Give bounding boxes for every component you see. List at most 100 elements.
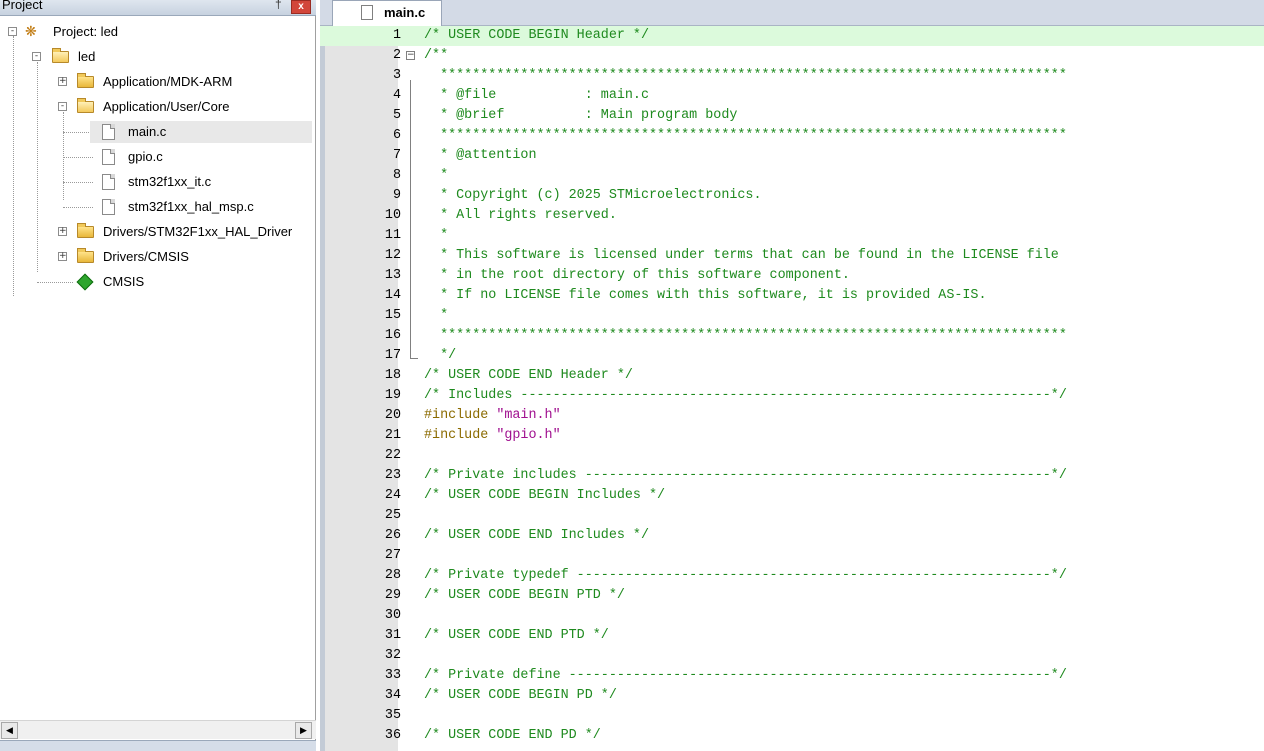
- fold-range-end: [410, 358, 418, 359]
- code-line[interactable]: 20 #include "main.h": [320, 406, 1264, 426]
- collapse-icon[interactable]: -: [58, 102, 67, 111]
- code-line[interactable]: 7 * @attention: [320, 146, 1264, 166]
- line-number: 27: [384, 548, 401, 563]
- code-line[interactable]: 4 * @file : main.c: [320, 86, 1264, 106]
- horizontal-scrollbar[interactable]: ◀ ▶: [0, 720, 316, 739]
- code-editor: main.c 1/* USER CODE BEGIN Header */2−/*…: [320, 0, 1264, 751]
- code-line[interactable]: 2−/**: [320, 46, 1264, 66]
- tree-item-label: Drivers/CMSIS: [103, 249, 189, 264]
- tree-item-group-drivers-cmsis[interactable]: + Drivers/CMSIS: [0, 246, 316, 268]
- collapse-icon[interactable]: -: [32, 52, 41, 61]
- code-line[interactable]: 9 * Copyright (c) 2025 STMicroelectronic…: [320, 186, 1264, 206]
- code-line[interactable]: 25: [320, 506, 1264, 526]
- code-line[interactable]: 8 *: [320, 166, 1264, 186]
- scroll-track[interactable]: [19, 723, 294, 738]
- tree-item-label: Project: led: [53, 24, 119, 39]
- project-panel-header: Project † x: [0, 0, 316, 16]
- tree-item-label: Drivers/STM32F1xx_HAL_Driver: [103, 224, 293, 239]
- code-line[interactable]: 32: [320, 646, 1264, 666]
- code-line[interactable]: 28 /* Private typedef -------------------…: [320, 566, 1264, 586]
- code-line[interactable]: 27: [320, 546, 1264, 566]
- code-line[interactable]: 10 * All rights reserved.: [320, 206, 1264, 226]
- code-line[interactable]: 5 * @brief : Main program body: [320, 106, 1264, 126]
- code-line[interactable]: 30: [320, 606, 1264, 626]
- line-number: 29: [384, 588, 401, 603]
- line-number: 26: [384, 528, 401, 543]
- code-line[interactable]: 3 **************************************…: [320, 66, 1264, 86]
- code-line[interactable]: 14 * If no LICENSE file comes with this …: [320, 286, 1264, 306]
- code-line[interactable]: 23 /* Private includes ------------------…: [320, 466, 1264, 486]
- line-number: 13: [384, 268, 401, 283]
- string-literal: "gpio.h": [496, 428, 561, 443]
- tree-item-file-gpio-c[interactable]: gpio.c: [0, 146, 316, 168]
- code-text: */: [424, 348, 457, 363]
- line-number: 15: [384, 308, 401, 323]
- code-line[interactable]: 16 *************************************…: [320, 326, 1264, 346]
- string-literal: "main.h": [496, 408, 561, 423]
- tree-item-label: Application/MDK-ARM: [103, 74, 233, 89]
- code-text: /* USER CODE BEGIN PTD */: [424, 588, 625, 603]
- tree-item-group-hal-driver[interactable]: + Drivers/STM32F1xx_HAL_Driver: [0, 221, 316, 243]
- tree-item-file-main-c[interactable]: main.c: [0, 121, 316, 143]
- selection-highlight: [90, 121, 312, 143]
- tree-item-group-user-core[interactable]: - Application/User/Core: [0, 96, 316, 118]
- tree-item-component-cmsis[interactable]: CMSIS: [0, 271, 316, 293]
- code-line[interactable]: 34 /* USER CODE BEGIN PD */: [320, 686, 1264, 706]
- fold-toggle-icon[interactable]: −: [406, 51, 415, 60]
- code-line[interactable]: 18 /* USER CODE END Header */: [320, 366, 1264, 386]
- tree-item-file-stm32f1xx-it-c[interactable]: stm32f1xx_it.c: [0, 171, 316, 193]
- code-text: * This software is licensed under terms …: [424, 248, 1059, 263]
- pin-icon[interactable]: †: [275, 0, 282, 11]
- tree-item-label: CMSIS: [103, 274, 145, 289]
- code-line[interactable]: 31 /* USER CODE END PTD */: [320, 626, 1264, 646]
- file-icon: [361, 5, 373, 20]
- line-number: 6: [392, 128, 401, 143]
- tab-main-c[interactable]: main.c: [332, 0, 442, 26]
- folder-open-icon: [77, 98, 94, 113]
- line-number: 20: [384, 408, 401, 423]
- line-number: 34: [384, 688, 401, 703]
- code-text: /* USER CODE END Includes */: [424, 528, 649, 543]
- code-text: /* Private typedef ---------------------…: [424, 568, 1067, 583]
- preprocessor-directive: #include: [424, 408, 497, 423]
- code-line[interactable]: 15 *: [320, 306, 1264, 326]
- code-text: /* USER CODE END PTD */: [424, 628, 609, 643]
- code-area[interactable]: 1/* USER CODE BEGIN Header */2−/** 3 ****…: [320, 26, 1264, 751]
- expand-icon[interactable]: +: [58, 227, 67, 236]
- scroll-left-icon[interactable]: ◀: [1, 722, 18, 739]
- line-number: 22: [384, 448, 401, 463]
- tree-item-file-stm32f1xx-hal-msp-c[interactable]: stm32f1xx_hal_msp.c: [0, 196, 316, 218]
- code-line[interactable]: 26 /* USER CODE END Includes */: [320, 526, 1264, 546]
- code-line[interactable]: 36 /* USER CODE END PD */: [320, 726, 1264, 746]
- code-line[interactable]: 6 **************************************…: [320, 126, 1264, 146]
- line-number: 8: [392, 168, 401, 183]
- expand-icon[interactable]: +: [58, 77, 67, 86]
- code-line[interactable]: 11 *: [320, 226, 1264, 246]
- code-line[interactable]: 19 /* Includes --------------------------…: [320, 386, 1264, 406]
- code-line[interactable]: 1 /* USER CODE BEGIN Header */: [320, 26, 1264, 46]
- code-line[interactable]: 33 /* Private define --------------------…: [320, 666, 1264, 686]
- code-line[interactable]: 13 * in the root directory of this softw…: [320, 266, 1264, 286]
- tree-item-project[interactable]: - ❋ Project: led: [0, 21, 316, 43]
- code-line[interactable]: 21 #include "gpio.h": [320, 426, 1264, 446]
- tree-item-target-led[interactable]: - led: [0, 46, 316, 68]
- code-line[interactable]: 24 /* USER CODE BEGIN Includes */: [320, 486, 1264, 506]
- code-text: *: [424, 228, 449, 243]
- code-line[interactable]: 22: [320, 446, 1264, 466]
- code-line[interactable]: 29 /* USER CODE BEGIN PTD */: [320, 586, 1264, 606]
- expand-icon[interactable]: +: [58, 252, 67, 261]
- close-icon[interactable]: x: [291, 0, 311, 14]
- folder-icon: [77, 73, 94, 88]
- line-number: 30: [384, 608, 401, 623]
- tree-item-group-mdk-arm[interactable]: + Application/MDK-ARM: [0, 71, 316, 93]
- code-line[interactable]: 12 * This software is licensed under ter…: [320, 246, 1264, 266]
- scroll-right-icon[interactable]: ▶: [295, 722, 312, 739]
- code-text: /**: [424, 48, 449, 63]
- collapse-icon[interactable]: -: [8, 27, 17, 36]
- code-text: * @brief : Main program body: [424, 108, 738, 123]
- line-number: 9: [392, 188, 401, 203]
- code-line[interactable]: 17 */: [320, 346, 1264, 366]
- code-line[interactable]: 35: [320, 706, 1264, 726]
- tree-item-label: led: [78, 49, 96, 64]
- panel-tab-strip[interactable]: [0, 740, 316, 751]
